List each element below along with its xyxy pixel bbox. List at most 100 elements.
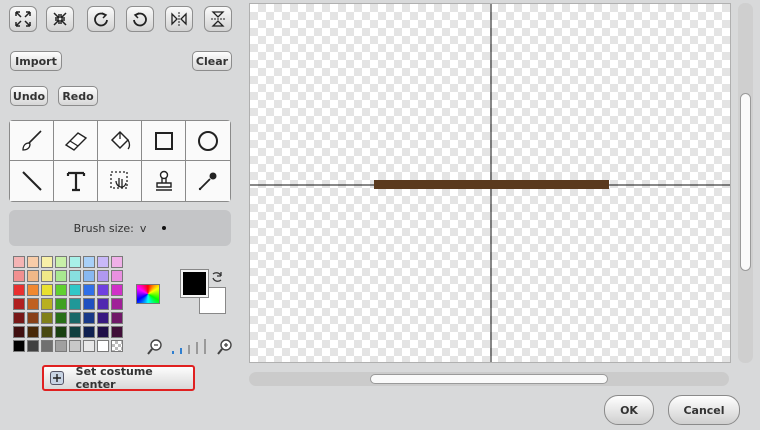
color-swatch[interactable] [83,298,95,310]
color-swatch[interactable] [55,256,67,268]
color-swatch[interactable] [97,340,109,352]
color-swatch[interactable] [83,326,95,338]
rotate-right-button[interactable] [87,6,115,32]
vertical-scroll-thumb[interactable] [740,93,751,271]
color-swatch[interactable] [13,326,25,338]
color-swatch[interactable] [41,284,53,296]
select-tool[interactable] [98,161,142,201]
stamp-tool[interactable] [142,161,186,201]
color-swatch[interactable] [27,256,39,268]
shrink-button[interactable] [46,6,74,32]
color-swatch[interactable] [111,340,123,352]
rectangle-tool[interactable] [142,121,186,161]
color-swatch[interactable] [83,340,95,352]
color-swatch[interactable] [111,284,123,296]
swap-colors-button[interactable] [210,269,224,288]
color-swatch[interactable] [97,270,109,282]
color-swatch[interactable] [111,326,123,338]
color-picker-button[interactable] [136,284,160,304]
stamp-icon [155,170,172,191]
color-swatch[interactable] [69,284,81,296]
color-swatch[interactable] [27,340,39,352]
foreground-color-swatch[interactable] [180,269,209,298]
color-swatch[interactable] [111,312,123,324]
color-swatch[interactable] [41,298,53,310]
eraser-tool[interactable] [54,121,98,161]
zoom-level-indicator[interactable] [170,338,212,360]
color-swatch[interactable] [13,298,25,310]
color-swatch[interactable] [41,256,53,268]
line-tool[interactable] [10,161,54,201]
color-swatch[interactable] [55,284,67,296]
color-swatch[interactable] [55,312,67,324]
color-swatch[interactable] [97,298,109,310]
color-swatch[interactable] [41,326,53,338]
grow-button[interactable] [9,6,37,32]
color-swatch[interactable] [41,312,53,324]
color-swatch[interactable] [83,312,95,324]
color-swatch[interactable] [41,270,53,282]
color-swatch[interactable] [69,326,81,338]
drawing-canvas[interactable] [249,3,731,363]
flip-horizontal-icon [171,12,187,26]
flip-vertical-button[interactable] [204,6,232,32]
color-swatch[interactable] [41,340,53,352]
color-swatch[interactable] [111,270,123,282]
color-swatch[interactable] [111,298,123,310]
clear-button[interactable]: Clear [192,51,232,71]
flip-vertical-icon [211,11,225,27]
flip-horizontal-button[interactable] [165,6,193,32]
fill-tool[interactable] [98,121,142,161]
color-swatch[interactable] [83,256,95,268]
color-swatch[interactable] [27,326,39,338]
horizontal-scrollbar[interactable] [249,372,729,386]
color-swatch[interactable] [97,312,109,324]
color-swatch[interactable] [97,326,109,338]
color-swatch[interactable] [69,312,81,324]
color-swatch[interactable] [69,340,81,352]
rotate-left-button[interactable] [126,6,154,32]
import-button[interactable]: Import [10,51,62,71]
vertical-scrollbar[interactable] [738,3,753,363]
eyedropper-tool[interactable] [186,161,230,201]
color-swatch[interactable] [27,270,39,282]
text-tool[interactable] [54,161,98,201]
color-swatch[interactable] [69,256,81,268]
ellipse-tool[interactable] [186,121,230,161]
redo-button[interactable]: Redo [58,86,98,106]
zoom-out-icon [147,339,162,355]
brush-size-dropdown[interactable]: v [140,222,147,235]
crosshair-icon [50,371,64,385]
color-swatch[interactable] [13,270,25,282]
undo-button[interactable]: Undo [10,86,48,106]
zoom-in-button[interactable] [216,338,234,360]
set-costume-center-button[interactable]: Set costume center [42,365,195,391]
color-swatch[interactable] [55,340,67,352]
color-swatch[interactable] [55,326,67,338]
color-swatch[interactable] [83,284,95,296]
color-swatch[interactable] [69,270,81,282]
ok-button[interactable]: OK [604,395,654,425]
brush-size-preview [162,226,167,230]
color-swatch[interactable] [13,340,25,352]
color-swatch[interactable] [55,298,67,310]
color-swatch[interactable] [97,284,109,296]
color-swatch[interactable] [27,284,39,296]
color-swatch[interactable] [13,284,25,296]
color-swatch[interactable] [97,256,109,268]
zoom-out-button[interactable] [146,338,164,360]
paintbrush-tool[interactable] [10,121,54,161]
color-swatch[interactable] [27,298,39,310]
color-swatch[interactable] [13,256,25,268]
eyedropper-icon [198,172,217,191]
color-swatch[interactable] [83,270,95,282]
color-swatch[interactable] [111,256,123,268]
color-swatch[interactable] [69,298,81,310]
cancel-button[interactable]: Cancel [668,395,740,425]
color-swatch[interactable] [27,312,39,324]
brush-size-label: Brush size: [73,221,134,235]
brush-size-panel: Brush size: v [9,210,231,246]
color-swatch[interactable] [55,270,67,282]
horizontal-scroll-thumb[interactable] [370,374,608,384]
color-swatch[interactable] [13,312,25,324]
